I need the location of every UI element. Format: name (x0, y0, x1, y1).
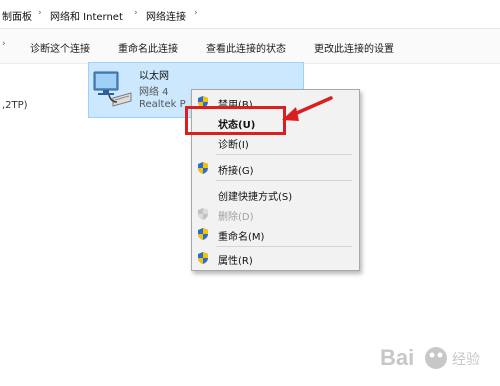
chevron-right-icon[interactable]: › (134, 8, 138, 18)
network-adapter-icon (93, 71, 132, 107)
shield-icon (198, 208, 208, 220)
adapter-network: 网络 4 (139, 87, 169, 98)
breadcrumb-item-control-panel[interactable]: 制面板 (2, 8, 32, 23)
menu-item-delete[interactable]: 删除(D) (218, 208, 254, 223)
chevron-right-icon[interactable]: › (194, 8, 198, 18)
rename-connection-button[interactable]: 重命名此连接 (118, 40, 178, 55)
command-toolbar: › 诊断这个连接 重命名此连接 查看此连接的状态 更改此连接的设置 (0, 29, 500, 64)
menu-item-create-shortcut[interactable]: 创建快捷方式(S) (218, 188, 292, 203)
menu-item-diagnose[interactable]: 诊断(I) (218, 136, 249, 151)
adapter-device: Realtek P (139, 99, 186, 110)
shield-icon (198, 162, 208, 174)
status-highlight-box (185, 106, 286, 135)
chevron-right-icon[interactable]: › (38, 8, 42, 18)
diagnose-connection-button[interactable]: 诊断这个连接 (30, 40, 90, 55)
breadcrumb-item-network-connections[interactable]: 网络连接 (146, 8, 186, 23)
menu-separator (216, 154, 352, 155)
watermark-text: Bai (380, 345, 414, 370)
shield-icon (198, 252, 208, 264)
watermark-logo: Bai 经验 (380, 345, 480, 370)
view-status-button[interactable]: 查看此连接的状态 (206, 40, 286, 55)
partial-adapter-label: ,2TP) (2, 100, 28, 111)
breadcrumb-item-network-internet[interactable]: 网络和 Internet (50, 8, 123, 23)
watermark-subtext: 经验 (452, 352, 480, 368)
shield-icon (198, 228, 208, 240)
menu-item-properties[interactable]: 属性(R) (218, 252, 253, 267)
menu-item-rename[interactable]: 重命名(M) (218, 228, 264, 243)
chevron-right-icon[interactable]: › (2, 39, 6, 49)
change-settings-button[interactable]: 更改此连接的设置 (314, 40, 394, 55)
pointer-arrow-icon (282, 96, 333, 121)
menu-separator (216, 180, 352, 181)
adapter-name: 以太网 (139, 71, 169, 82)
breadcrumb: 制面板 › 网络和 Internet › 网络连接 › (0, 0, 500, 29)
menu-item-bridge[interactable]: 桥接(G) (218, 162, 254, 177)
menu-separator (216, 246, 352, 247)
